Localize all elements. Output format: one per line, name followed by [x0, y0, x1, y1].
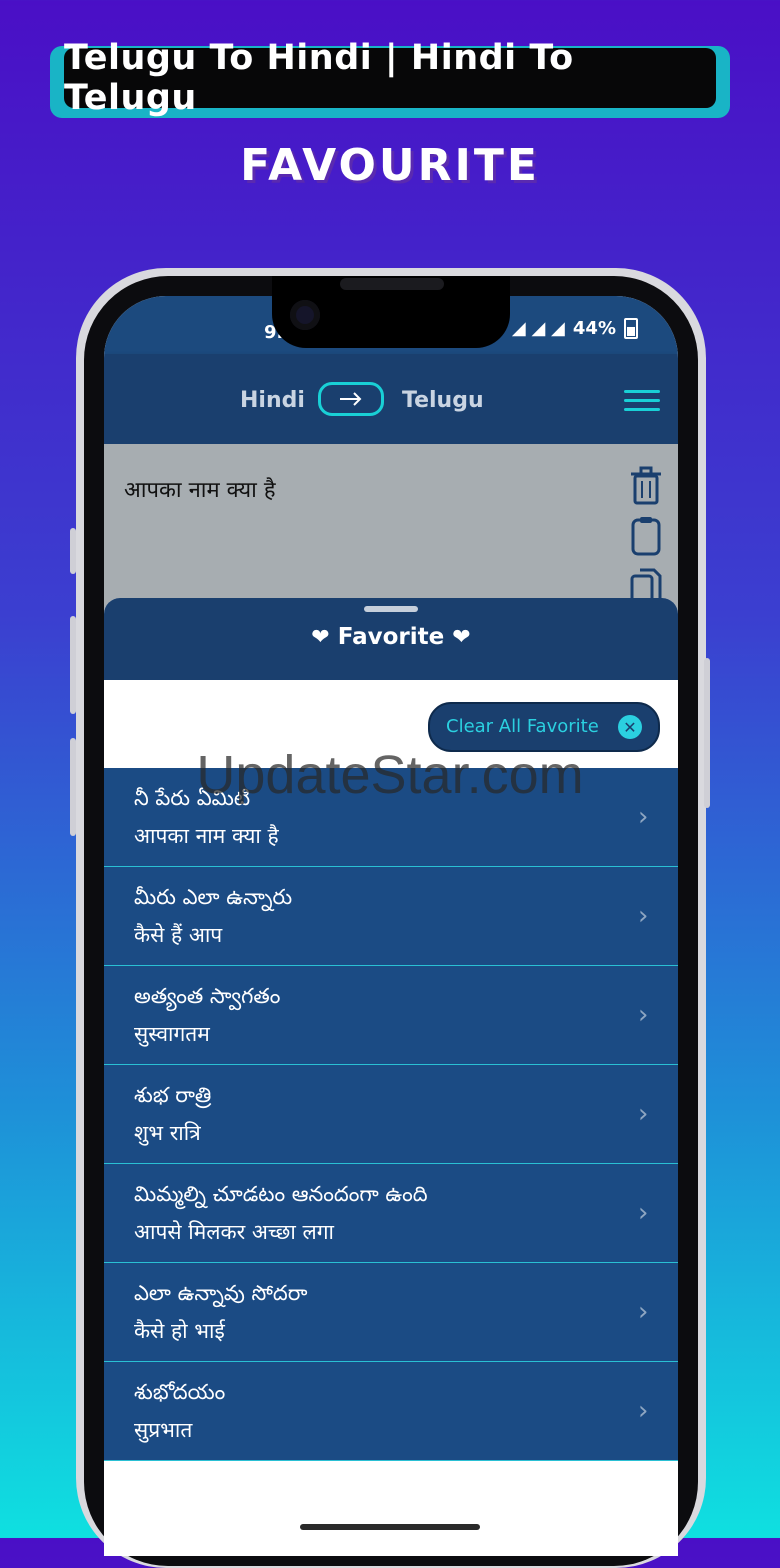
signal-icon: ◢ ◢ ◢ — [511, 318, 565, 339]
close-icon: ✕ — [618, 715, 642, 739]
trash-icon[interactable] — [628, 466, 664, 506]
arrow-right-icon — [340, 392, 362, 406]
hamburger-menu-icon[interactable] — [624, 390, 660, 412]
swap-language-button[interactable] — [318, 382, 384, 416]
telugu-text: మిమ్మల్ని చూడటం ఆనందంగా ఉంది — [134, 1182, 428, 1206]
sheet-title-label: Favorite — [337, 624, 445, 650]
list-item[interactable]: శుభోదయం सुप्रभात › — [104, 1362, 678, 1461]
list-item[interactable]: శుభ రాత్రి शुभ रात्रि › — [104, 1065, 678, 1164]
heart-icon: ❤ — [311, 625, 330, 650]
banner-title: Telugu To Hindi | Hindi To Telugu — [64, 38, 716, 118]
clear-all-label: Clear All Favorite — [446, 716, 599, 737]
chevron-right-icon: › — [638, 802, 649, 832]
input-area[interactable]: आपका नाम क्या है — [104, 444, 678, 614]
telugu-text: శుభ రాత్రి — [134, 1083, 212, 1107]
clipboard-icon[interactable] — [628, 516, 664, 556]
list-item[interactable]: మీరు ఎలా ఉన్నారు कैसे हैं आप › — [104, 867, 678, 966]
list-item[interactable]: అత్యంత స్వాగతం सुस्वागतम › — [104, 966, 678, 1065]
watermark: UpdateStar.com — [196, 745, 584, 805]
promo-banner: Telugu To Hindi | Hindi To Telugu — [50, 38, 730, 118]
phone-screen: 9. ◢ ◢ ◢ 44% Hindi Telugu आपका नाम क्या … — [104, 296, 678, 1556]
input-text[interactable]: आपका नाम क्या है — [124, 474, 276, 504]
chevron-right-icon: › — [638, 901, 649, 931]
camera-icon — [290, 300, 320, 330]
phone-speaker — [340, 278, 444, 290]
chevron-right-icon: › — [638, 1297, 649, 1327]
source-language[interactable]: Hindi — [240, 388, 305, 413]
phone-volume-up — [70, 616, 76, 714]
hindi-text: कैसे हो भाई — [134, 1319, 225, 1343]
sheet-title: ❤ Favorite ❤ — [104, 624, 678, 650]
hindi-text: शुभ रात्रि — [134, 1121, 201, 1145]
hindi-text: सुस्वागतम — [134, 1022, 210, 1046]
chevron-right-icon: › — [638, 1000, 649, 1030]
battery-icon — [624, 318, 638, 339]
telugu-text: శుభోదయం — [134, 1380, 226, 1404]
phone-side-button — [70, 528, 76, 574]
heart-icon: ❤ — [452, 625, 471, 650]
telugu-text: అత్యంత స్వాగతం — [134, 984, 281, 1008]
status-icons: ◢ ◢ ◢ 44% — [512, 318, 638, 339]
app-bar: Hindi Telugu — [104, 354, 678, 444]
list-item[interactable]: ఎలా ఉన్నావు సోదరా कैसे हो भाई › — [104, 1263, 678, 1362]
favorites-list: నీ పేరు ఏమిటి आपका नाम क्या है › మీరు ఎల… — [104, 768, 678, 1461]
hindi-text: आपसे मिलकर अच्छा लगा — [134, 1220, 334, 1244]
chevron-right-icon: › — [638, 1198, 649, 1228]
telugu-text: మీరు ఎలా ఉన్నారు — [134, 885, 293, 909]
favorites-sheet-header: ❤ Favorite ❤ — [104, 598, 678, 680]
favorites-sheet: ❤ Favorite ❤ Clear All Favorite ✕ నీ పేర… — [104, 598, 678, 1556]
home-indicator — [300, 1524, 480, 1530]
chevron-right-icon: › — [638, 1099, 649, 1129]
chevron-right-icon: › — [638, 1396, 649, 1426]
hindi-text: सुप्रभात — [134, 1418, 193, 1442]
target-language[interactable]: Telugu — [402, 388, 484, 413]
hindi-text: आपका नाम क्या है — [134, 824, 279, 848]
telugu-text: ఎలా ఉన్నావు సోదరా — [134, 1281, 308, 1305]
page-heading: FAVOURITE — [240, 140, 540, 191]
list-item[interactable]: మిమ్మల్ని చూడటం ఆనందంగా ఉంది आपसे मिलकर … — [104, 1164, 678, 1263]
drag-handle[interactable] — [364, 606, 418, 612]
hindi-text: कैसे हैं आप — [134, 923, 223, 947]
battery-percent: 44% — [572, 318, 616, 339]
